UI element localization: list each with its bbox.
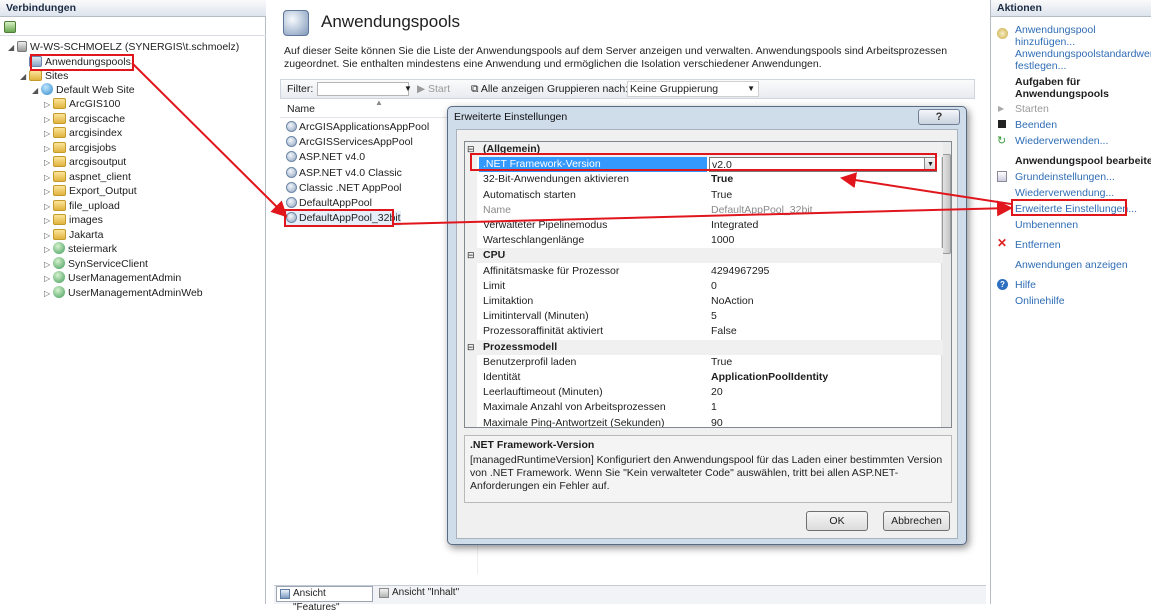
arrow-to-pool xyxy=(131,62,288,218)
arrow-to-framework xyxy=(840,172,1012,205)
annotation-arrows xyxy=(131,62,1013,225)
arrow-to-advanced-link xyxy=(393,200,1013,225)
